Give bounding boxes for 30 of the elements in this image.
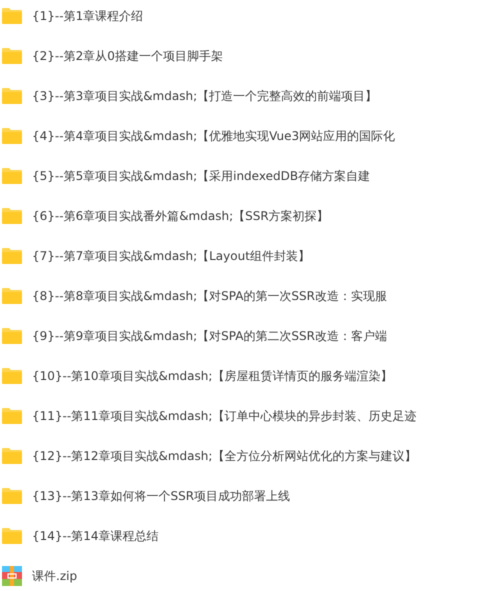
folder-icon (1, 7, 23, 25)
folder-icon (1, 367, 23, 385)
folder-icon (1, 127, 23, 145)
folder-icon (1, 487, 23, 505)
file-name[interactable]: {14}--第14章课程总结 (32, 528, 158, 544)
folder-icon (1, 327, 23, 345)
file-name[interactable]: {9}--第9章项目实战&mdash;【对SPA的第二次SSR改造：客户端 (32, 328, 387, 344)
archive-icon (1, 566, 23, 586)
file-name[interactable]: {5}--第5章项目实战&mdash;【采用indexedDB存储方案自建 (32, 168, 370, 184)
folder-icon (1, 87, 23, 105)
folder-icon (1, 167, 23, 185)
folder-icon (1, 527, 23, 545)
file-name[interactable]: {7}--第7章项目实战&mdash;【Layout组件封装】 (32, 248, 310, 264)
file-name[interactable]: {8}--第8章项目实战&mdash;【对SPA的第一次SSR改造：实现服 (32, 288, 387, 304)
file-name[interactable]: {13}--第13章如何将一个SSR项目成功部署上线 (32, 488, 290, 504)
folder-icon (1, 247, 23, 265)
folder-icon (1, 47, 23, 65)
file-name[interactable]: {3}--第3章项目实战&mdash;【打造一个完整高效的前端项目】 (32, 88, 378, 104)
file-name[interactable]: {2}--第2章从0搭建一个项目脚手架 (32, 48, 223, 64)
folder-icon (1, 207, 23, 225)
file-name[interactable]: {4}--第4章项目实战&mdash;【优雅地实现Vue3网站应用的国际化 (32, 128, 396, 144)
file-name[interactable]: {6}--第6章项目实战番外篇&mdash;【SSR方案初探】 (32, 208, 329, 224)
file-name[interactable]: {12}--第12章项目实战&mdash;【全方位分析网站优化的方案与建议】 (32, 448, 416, 464)
folder-icon (1, 287, 23, 305)
folder-icon (1, 447, 23, 465)
file-name[interactable]: {1}--第1章课程介绍 (32, 8, 144, 24)
file-name[interactable]: {11}--第11章项目实战&mdash;【订单中心模块的异步封装、历史足迹 (32, 408, 416, 424)
file-name[interactable]: {10}--第10章项目实战&mdash;【房屋租赁详情页的服务端渲染】 (32, 368, 392, 384)
folder-icon (1, 407, 23, 425)
file-name[interactable]: 课件.zip (32, 568, 78, 584)
